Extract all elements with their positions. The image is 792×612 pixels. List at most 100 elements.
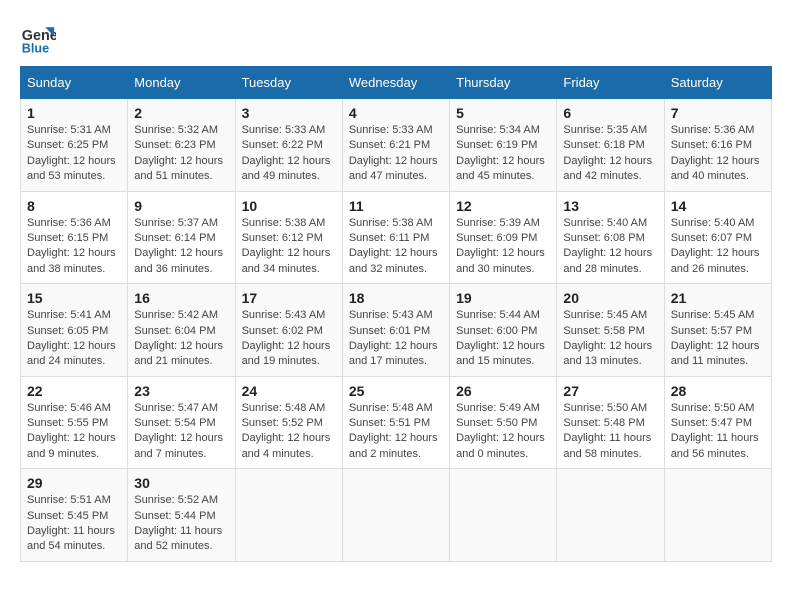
day-number: 26 (456, 383, 550, 399)
calendar-cell: 11 Sunrise: 5:38 AMSunset: 6:11 PMDayligh… (342, 191, 449, 284)
cell-content: Sunrise: 5:39 AMSunset: 6:09 PMDaylight:… (456, 216, 550, 278)
day-number: 11 (349, 198, 443, 214)
day-number: 2 (134, 105, 228, 121)
cell-content: Sunrise: 5:43 AMSunset: 6:01 PMDaylight:… (349, 308, 443, 370)
column-header-monday: Monday (128, 67, 235, 99)
column-header-saturday: Saturday (664, 67, 771, 99)
cell-content: Sunrise: 5:37 AMSunset: 6:14 PMDaylight:… (134, 216, 228, 278)
calendar-cell (557, 469, 664, 562)
day-number: 30 (134, 475, 228, 491)
calendar-cell (450, 469, 557, 562)
cell-content: Sunrise: 5:50 AMSunset: 5:47 PMDaylight:… (671, 401, 765, 463)
calendar-cell (664, 469, 771, 562)
cell-content: Sunrise: 5:31 AMSunset: 6:25 PMDaylight:… (27, 123, 121, 185)
calendar-cell: 28 Sunrise: 5:50 AMSunset: 5:47 PMDayligh… (664, 376, 771, 469)
day-number: 13 (563, 198, 657, 214)
day-number: 4 (349, 105, 443, 121)
calendar-table: SundayMondayTuesdayWednesdayThursdayFrid… (20, 66, 772, 562)
day-number: 16 (134, 290, 228, 306)
cell-content: Sunrise: 5:45 AMSunset: 5:58 PMDaylight:… (563, 308, 657, 370)
logo: General Blue (20, 20, 56, 56)
cell-content: Sunrise: 5:35 AMSunset: 6:18 PMDaylight:… (563, 123, 657, 185)
day-number: 17 (242, 290, 336, 306)
cell-content: Sunrise: 5:42 AMSunset: 6:04 PMDaylight:… (134, 308, 228, 370)
calendar-cell: 7Sunrise: 5:36 AMSunset: 6:16 PMDaylight… (664, 99, 771, 192)
calendar-cell: 25Sunrise: 5:48 AMSunset: 5:51 PMDayligh… (342, 376, 449, 469)
calendar-cell: 23 Sunrise: 5:47 AMSunset: 5:54 PMDayligh… (128, 376, 235, 469)
cell-content: Sunrise: 5:52 AMSunset: 5:44 PMDaylight:… (134, 493, 228, 555)
cell-content: Sunrise: 5:48 AMSunset: 5:52 PMDaylight:… (242, 401, 336, 463)
calendar-week-5: 29 Sunrise: 5:51 AMSunset: 5:45 PMDayligh… (21, 469, 772, 562)
cell-content: Sunrise: 5:43 AMSunset: 6:02 PMDaylight:… (242, 308, 336, 370)
day-number: 5 (456, 105, 550, 121)
calendar-cell: 16 Sunrise: 5:42 AMSunset: 6:04 PMDayligh… (128, 284, 235, 377)
cell-content: Sunrise: 5:49 AMSunset: 5:50 PMDaylight:… (456, 401, 550, 463)
column-header-thursday: Thursday (450, 67, 557, 99)
cell-content: Sunrise: 5:50 AMSunset: 5:48 PMDaylight:… (563, 401, 657, 463)
calendar-cell (342, 469, 449, 562)
calendar-week-1: 1 Sunrise: 5:31 AMSunset: 6:25 PMDaylight… (21, 99, 772, 192)
day-number: 10 (242, 198, 336, 214)
day-number: 9 (134, 198, 228, 214)
cell-content: Sunrise: 5:48 AMSunset: 5:51 PMDaylight:… (349, 401, 443, 463)
calendar-cell: 29 Sunrise: 5:51 AMSunset: 5:45 PMDayligh… (21, 469, 128, 562)
calendar-cell: 15 Sunrise: 5:41 AMSunset: 6:05 PMDayligh… (21, 284, 128, 377)
day-number: 1 (27, 105, 121, 121)
column-header-sunday: Sunday (21, 67, 128, 99)
logo-icon: General Blue (20, 20, 56, 56)
cell-content: Sunrise: 5:40 AMSunset: 6:08 PMDaylight:… (563, 216, 657, 278)
cell-content: Sunrise: 5:51 AMSunset: 5:45 PMDaylight:… (27, 493, 121, 555)
day-number: 29 (27, 475, 121, 491)
day-number: 3 (242, 105, 336, 121)
calendar-header-row: SundayMondayTuesdayWednesdayThursdayFrid… (21, 67, 772, 99)
day-number: 23 (134, 383, 228, 399)
calendar-cell: 5 Sunrise: 5:34 AMSunset: 6:19 PMDaylight… (450, 99, 557, 192)
cell-content: Sunrise: 5:38 AMSunset: 6:12 PMDaylight:… (242, 216, 336, 278)
cell-content: Sunrise: 5:45 AMSunset: 5:57 PMDaylight:… (671, 308, 765, 370)
day-number: 7 (671, 105, 765, 121)
day-number: 19 (456, 290, 550, 306)
column-header-wednesday: Wednesday (342, 67, 449, 99)
cell-content: Sunrise: 5:32 AMSunset: 6:23 PMDaylight:… (134, 123, 228, 185)
day-number: 6 (563, 105, 657, 121)
day-number: 21 (671, 290, 765, 306)
calendar-cell: 18 Sunrise: 5:43 AMSunset: 6:01 PMDayligh… (342, 284, 449, 377)
cell-content: Sunrise: 5:36 AMSunset: 6:15 PMDaylight:… (27, 216, 121, 278)
day-number: 28 (671, 383, 765, 399)
day-number: 27 (563, 383, 657, 399)
calendar-cell: 21 Sunrise: 5:45 AMSunset: 5:57 PMDayligh… (664, 284, 771, 377)
calendar-cell: 22 Sunrise: 5:46 AMSunset: 5:55 PMDayligh… (21, 376, 128, 469)
calendar-cell: 6 Sunrise: 5:35 AMSunset: 6:18 PMDaylight… (557, 99, 664, 192)
calendar-cell: 24Sunrise: 5:48 AMSunset: 5:52 PMDayligh… (235, 376, 342, 469)
cell-content: Sunrise: 5:47 AMSunset: 5:54 PMDaylight:… (134, 401, 228, 463)
calendar-cell: 13 Sunrise: 5:40 AMSunset: 6:08 PMDayligh… (557, 191, 664, 284)
calendar-cell: 12 Sunrise: 5:39 AMSunset: 6:09 PMDayligh… (450, 191, 557, 284)
day-number: 22 (27, 383, 121, 399)
svg-text:Blue: Blue (22, 41, 49, 55)
column-header-friday: Friday (557, 67, 664, 99)
cell-content: Sunrise: 5:46 AMSunset: 5:55 PMDaylight:… (27, 401, 121, 463)
day-number: 12 (456, 198, 550, 214)
calendar-week-4: 22 Sunrise: 5:46 AMSunset: 5:55 PMDayligh… (21, 376, 772, 469)
cell-content: Sunrise: 5:40 AMSunset: 6:07 PMDaylight:… (671, 216, 765, 278)
calendar-cell: 27 Sunrise: 5:50 AMSunset: 5:48 PMDayligh… (557, 376, 664, 469)
calendar-cell: 10 Sunrise: 5:38 AMSunset: 6:12 PMDayligh… (235, 191, 342, 284)
cell-content: Sunrise: 5:41 AMSunset: 6:05 PMDaylight:… (27, 308, 121, 370)
cell-content: Sunrise: 5:34 AMSunset: 6:19 PMDaylight:… (456, 123, 550, 185)
calendar-cell: 3 Sunrise: 5:33 AMSunset: 6:22 PMDaylight… (235, 99, 342, 192)
cell-content: Sunrise: 5:33 AMSunset: 6:22 PMDaylight:… (242, 123, 336, 185)
day-number: 8 (27, 198, 121, 214)
cell-content: Sunrise: 5:33 AMSunset: 6:21 PMDaylight:… (349, 123, 443, 185)
day-number: 15 (27, 290, 121, 306)
calendar-cell (235, 469, 342, 562)
calendar-cell: 14Sunrise: 5:40 AMSunset: 6:07 PMDayligh… (664, 191, 771, 284)
calendar-cell: 1 Sunrise: 5:31 AMSunset: 6:25 PMDaylight… (21, 99, 128, 192)
day-number: 18 (349, 290, 443, 306)
calendar-cell: 4 Sunrise: 5:33 AMSunset: 6:21 PMDaylight… (342, 99, 449, 192)
calendar-cell: 20Sunrise: 5:45 AMSunset: 5:58 PMDayligh… (557, 284, 664, 377)
calendar-cell: 17 Sunrise: 5:43 AMSunset: 6:02 PMDayligh… (235, 284, 342, 377)
calendar-week-3: 15 Sunrise: 5:41 AMSunset: 6:05 PMDayligh… (21, 284, 772, 377)
cell-content: Sunrise: 5:44 AMSunset: 6:00 PMDaylight:… (456, 308, 550, 370)
cell-content: Sunrise: 5:38 AMSunset: 6:11 PMDaylight:… (349, 216, 443, 278)
column-header-tuesday: Tuesday (235, 67, 342, 99)
